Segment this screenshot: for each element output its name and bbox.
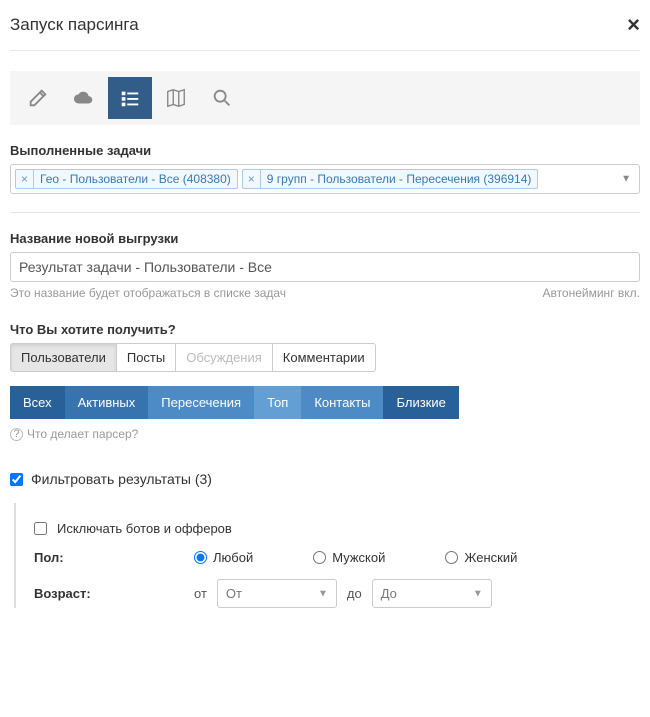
scope-contacts-button[interactable]: Контакты — [301, 386, 383, 419]
what-comments-button[interactable]: Комментарии — [272, 343, 376, 372]
search-icon — [211, 87, 233, 109]
chevron-down-icon: ▼ — [473, 588, 483, 599]
filter-results-checkbox[interactable] — [10, 473, 23, 486]
edit-icon — [27, 87, 49, 109]
filter-panel: Исключать ботов и офферов Пол: Любой Муж… — [14, 503, 640, 608]
remove-tag-icon[interactable]: × — [243, 170, 261, 188]
chevron-down-icon: ▼ — [318, 588, 328, 599]
gender-female-radio[interactable] — [445, 551, 458, 564]
what-options: Пользователи Посты Обсуждения Комментари… — [10, 343, 640, 372]
close-icon[interactable]: × — [627, 14, 640, 36]
search-source-button[interactable] — [200, 77, 244, 119]
age-from-text: от — [194, 586, 207, 601]
exclude-bots-checkbox[interactable] — [34, 522, 47, 535]
question-icon: ? — [10, 428, 23, 441]
exclude-bots-label: Исключать ботов и офферов — [57, 521, 232, 536]
remove-tag-icon[interactable]: × — [16, 170, 34, 188]
scope-top-button[interactable]: Топ — [254, 386, 301, 419]
tasks-source-button[interactable] — [108, 77, 152, 119]
scope-options: Всех Активных Пересечения Топ Контакты Б… — [10, 386, 640, 419]
scope-active-button[interactable]: Активных — [65, 386, 149, 419]
map-source-button[interactable] — [154, 77, 198, 119]
age-label: Возраст: — [34, 586, 184, 601]
parser-hint-text: Что делает парсер? — [27, 427, 138, 441]
age-from-select[interactable]: От ▼ — [217, 579, 337, 608]
gender-label: Пол: — [34, 550, 184, 565]
what-users-button[interactable]: Пользователи — [10, 343, 117, 372]
tasks-select[interactable]: × Гео - Пользователи - Все (408380) × 9 … — [10, 164, 640, 194]
export-hint: Это название будет отображаться в списке… — [10, 286, 286, 300]
gender-any-option[interactable]: Любой — [194, 550, 253, 565]
autonaming-toggle[interactable]: Автонейминг вкл. — [542, 286, 640, 300]
task-tag-label: 9 групп - Пользователи - Пересечения (39… — [261, 170, 538, 188]
what-discussions-button: Обсуждения — [175, 343, 273, 372]
edit-source-button[interactable] — [16, 77, 60, 119]
list-icon — [119, 87, 141, 109]
task-tag: × Гео - Пользователи - Все (408380) — [15, 169, 238, 189]
scope-close-button[interactable]: Близкие — [383, 386, 458, 419]
what-label: Что Вы хотите получить? — [10, 322, 640, 337]
gender-female-option[interactable]: Женский — [445, 550, 517, 565]
tasks-label: Выполненные задачи — [10, 143, 640, 158]
age-to-select[interactable]: До ▼ — [372, 579, 492, 608]
source-toolbar — [10, 71, 640, 125]
age-to-text: до — [347, 586, 362, 601]
page-title: Запуск парсинга — [10, 15, 139, 35]
scope-all-button[interactable]: Всех — [10, 386, 65, 419]
scope-intersections-button[interactable]: Пересечения — [148, 386, 254, 419]
export-name-input[interactable] — [10, 252, 640, 282]
filter-results-label: Фильтровать результаты (3) — [31, 471, 212, 487]
chevron-down-icon[interactable]: ▼ — [621, 174, 631, 185]
what-posts-button[interactable]: Посты — [116, 343, 176, 372]
gender-any-radio[interactable] — [194, 551, 207, 564]
export-label: Название новой выгрузки — [10, 231, 640, 246]
parser-help-link[interactable]: ? Что делает парсер? — [10, 427, 640, 441]
gender-male-radio[interactable] — [313, 551, 326, 564]
cloud-icon — [73, 87, 95, 109]
task-tag: × 9 групп - Пользователи - Пересечения (… — [242, 169, 539, 189]
divider — [10, 212, 640, 213]
gender-male-option[interactable]: Мужской — [313, 550, 385, 565]
cloud-source-button[interactable] — [62, 77, 106, 119]
task-tag-label: Гео - Пользователи - Все (408380) — [34, 170, 237, 188]
map-icon — [165, 87, 187, 109]
